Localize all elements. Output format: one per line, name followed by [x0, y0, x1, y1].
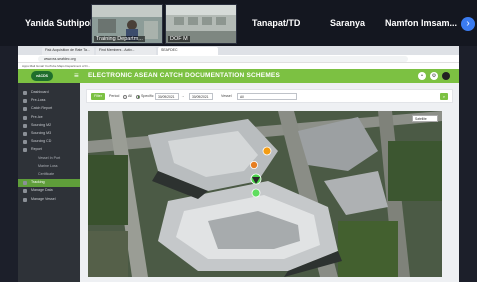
- sidebar-item-label: Catch Report: [31, 106, 53, 111]
- browser-tab[interactable]: Fisk Acquisition de Rate Ta...: [42, 47, 94, 55]
- browser-tab-active[interactable]: SEAFDEC: [158, 47, 218, 55]
- sidebar-item-label: Sourcing CD: [31, 139, 52, 144]
- participant-saranya[interactable]: Saranya: [330, 4, 380, 42]
- map-type-select[interactable]: Satellite: [412, 115, 438, 122]
- sidebar-item-report[interactable]: Report: [18, 146, 80, 154]
- sidebar-item-manage-vessel[interactable]: Manage Vessel: [18, 196, 80, 204]
- sidebar-item-sourcing-m3[interactable]: Sourcing M3: [18, 130, 80, 138]
- sidebar-item-icon: [23, 197, 27, 202]
- sidebar-item-label: Marine Loss: [38, 163, 58, 168]
- sidebar-item-vessel-in-port[interactable]: Vessel In Port: [18, 155, 80, 163]
- sidebar-item-icon: [23, 181, 27, 186]
- period-all-radio[interactable]: [123, 94, 127, 99]
- sidebar-item-sourcing-m2[interactable]: Sourcing M2: [18, 122, 80, 130]
- participant-namfon[interactable]: Namfon Imsam...: [385, 4, 458, 42]
- sidebar-item-icon: [23, 115, 27, 120]
- map-markers-layer: [249, 146, 272, 198]
- sidebar-item-label: Vessel In Port: [38, 155, 61, 160]
- sidebar-item-icon: [23, 99, 27, 104]
- sidebar-item-icon: [23, 132, 27, 136]
- filter-button[interactable]: Filter: [91, 93, 105, 100]
- sidebar-item-icon: [23, 148, 27, 153]
- sidebar-item-label: Sourcing M3: [31, 131, 52, 135]
- participant-name: Tanapat/TD: [252, 18, 301, 28]
- next-participants-button[interactable]: ›: [461, 17, 475, 31]
- date-range-separator: →: [181, 94, 185, 98]
- period-all-label: All: [128, 94, 132, 98]
- search-icon: ⌕: [442, 94, 446, 99]
- sidebar-item-label: Report: [31, 147, 42, 152]
- sidebar-item-dashboard[interactable]: Dashboard: [18, 89, 80, 97]
- sidebar-item-icon: [23, 107, 27, 112]
- tracking-map[interactable]: Satellite: [88, 111, 442, 277]
- sidebar-item-icon: [23, 91, 27, 95]
- search-button[interactable]: ⌕: [440, 93, 448, 100]
- sidebar-item-label: Manage Vessel: [31, 196, 56, 201]
- participant-name: Saranya: [330, 18, 366, 28]
- sidebar: Dashboard Pre-Loss Catch Report Pre-Ice Sour…: [18, 83, 80, 282]
- participant-tile-label: Training Departm...: [94, 36, 145, 42]
- sidebar-item-catch-report[interactable]: Catch Report: [18, 105, 80, 113]
- sidebar-item-certificate[interactable]: Certificate: [18, 171, 80, 179]
- sidebar-item-sourcing-cd[interactable]: Sourcing CD: [18, 138, 80, 146]
- shared-screen: Fisk Acquisition de Rate Ta... Find Memb…: [18, 46, 459, 282]
- browser-address-bar: www.ea-seafdec.org: [18, 55, 459, 63]
- date-to-input[interactable]: 30/09/2021: [189, 93, 213, 100]
- period-specific-radio[interactable]: [136, 94, 140, 99]
- sidebar-item-icon: [23, 189, 27, 194]
- date-from-input[interactable]: 30/09/2021: [155, 93, 179, 100]
- hamburger-menu-icon[interactable]: ≡: [74, 71, 79, 81]
- video-call-participants-bar: Yanida Suthipol Training Departm... DOF …: [0, 0, 477, 46]
- sidebar-item-pre-loss[interactable]: Pre-Loss: [18, 97, 80, 105]
- sidebar-item-pre-ice[interactable]: Pre-Ice: [18, 114, 80, 122]
- sidebar-item-icon: [23, 123, 27, 128]
- app-header: eACDS ≡ ELECTRONIC ASEAN CATCH DOCUMENTA…: [18, 69, 459, 83]
- sidebar-item-manage-data[interactable]: Manage Data: [18, 187, 80, 195]
- chevron-right-icon: ›: [466, 18, 470, 29]
- sidebar-item-label: Certificate: [38, 172, 55, 176]
- browser-tab-strip: Fisk Acquisition de Rate Ta... Find Memb…: [18, 46, 459, 55]
- orange-position-marker[interactable]: [249, 161, 258, 170]
- participant-name: Namfon Imsam...: [385, 18, 458, 28]
- orange-position-marker[interactable]: [262, 146, 272, 156]
- vessel-label: Vessel: [221, 94, 232, 98]
- sidebar-item-label: Dashboard: [31, 90, 49, 94]
- sidebar-item-tracking[interactable]: Tracking: [18, 179, 80, 187]
- url-field[interactable]: www.ea-seafdec.org: [38, 56, 408, 62]
- participant-name: Yanida Suthipol: [25, 18, 93, 28]
- period-specific-label: Specific: [141, 94, 154, 98]
- app-logo: eACDS: [31, 71, 53, 81]
- bell-icon[interactable]: •: [418, 72, 426, 80]
- vessel-select[interactable]: All: [237, 93, 297, 100]
- sidebar-item-label: Tracking: [31, 180, 45, 185]
- participant-video-tile[interactable]: Training Departm...: [91, 4, 163, 44]
- period-label: Period: [109, 94, 120, 98]
- sidebar-item-label: Pre-Ice: [31, 114, 43, 119]
- settings-icon[interactable]: ⚙: [430, 72, 438, 80]
- sidebar-item-icon: [23, 140, 27, 145]
- participant-tanapat[interactable]: Tanapat/TD: [252, 4, 332, 42]
- green-vessel-marker[interactable]: [251, 188, 261, 198]
- participant-video-tile[interactable]: DOF M: [165, 4, 237, 44]
- sidebar-item-label: Manage Data: [31, 188, 53, 193]
- participant-tile-label: DOF M: [168, 36, 190, 42]
- participant-yanida[interactable]: Yanida Suthipol: [0, 4, 93, 42]
- browser-tab[interactable]: Find Members - Activ...: [96, 47, 156, 55]
- filter-bar: Filter Period All Specific 30/09/2021 → …: [86, 89, 453, 103]
- sidebar-item-label: Pre-Loss: [31, 98, 46, 103]
- app-title: ELECTRONIC ASEAN CATCH DOCUMENTATION SCH…: [88, 72, 281, 79]
- user-avatar-icon[interactable]: [442, 72, 450, 80]
- sidebar-item-label: Sourcing M2: [31, 122, 52, 127]
- green-vessel-marker[interactable]: [250, 173, 262, 185]
- sidebar-item-marine-loss[interactable]: Marine Loss: [18, 163, 80, 171]
- main-content: Filter Period All Specific 30/09/2021 → …: [80, 83, 459, 282]
